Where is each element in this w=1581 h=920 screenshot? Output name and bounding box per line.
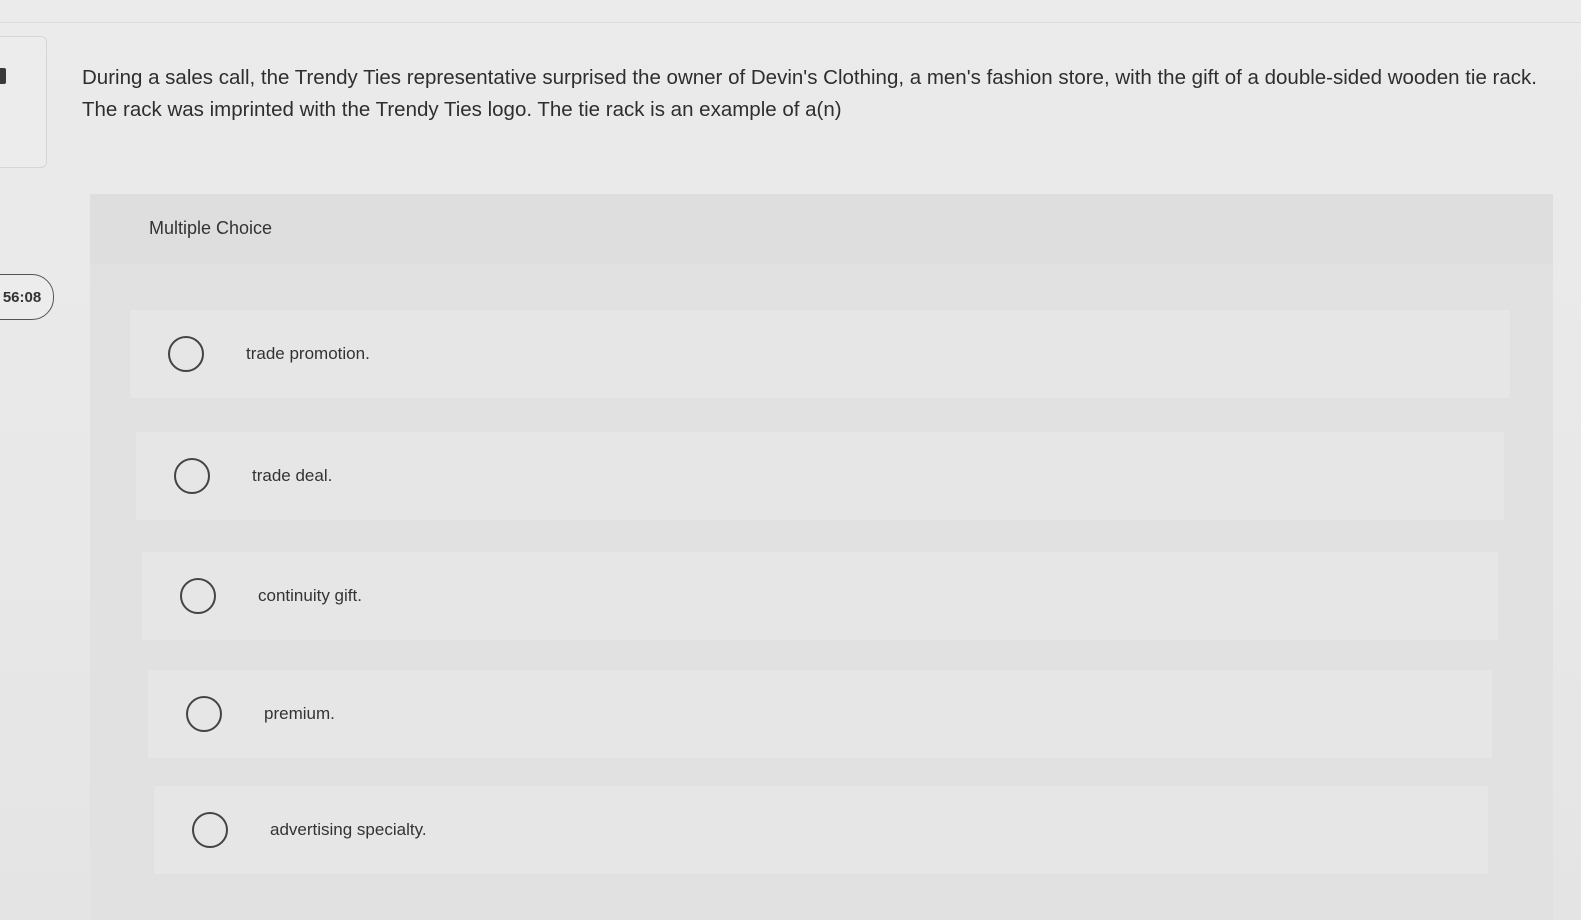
radio-button[interactable] [174,458,210,494]
option-continuity-gift[interactable]: continuity gift. [142,552,1498,640]
option-label: continuity gift. [258,586,362,605]
question-text: During a sales call, the Trendy Ties rep… [82,66,1537,121]
side-marker [0,68,6,84]
multiple-choice-panel: Multiple Choice trade promotion. trade d… [90,194,1553,920]
radio-button[interactable] [168,336,204,372]
multiple-choice-title: Multiple Choice [149,218,273,238]
top-divider [0,22,1581,23]
option-label: advertising specialty. [270,820,427,839]
option-label: trade promotion. [246,344,370,363]
option-premium[interactable]: premium. [148,670,1492,758]
multiple-choice-header: Multiple Choice [90,194,1553,264]
option-advertising-specialty[interactable]: advertising specialty. [154,786,1488,874]
timer-text: 56:08 [2,288,42,306]
option-label: trade deal. [252,466,333,485]
radio-button[interactable] [192,812,228,848]
option-trade-promotion[interactable]: trade promotion. [130,310,1510,398]
radio-button[interactable] [180,578,216,614]
option-trade-deal[interactable]: trade deal. [136,432,1504,520]
radio-button[interactable] [186,696,222,732]
option-label: premium. [264,704,335,723]
timer-badge: 56:08 [0,274,54,320]
side-panel[interactable] [0,36,47,168]
quiz-page: 56:08 During a sales call, the Trendy Ti… [0,0,1581,920]
